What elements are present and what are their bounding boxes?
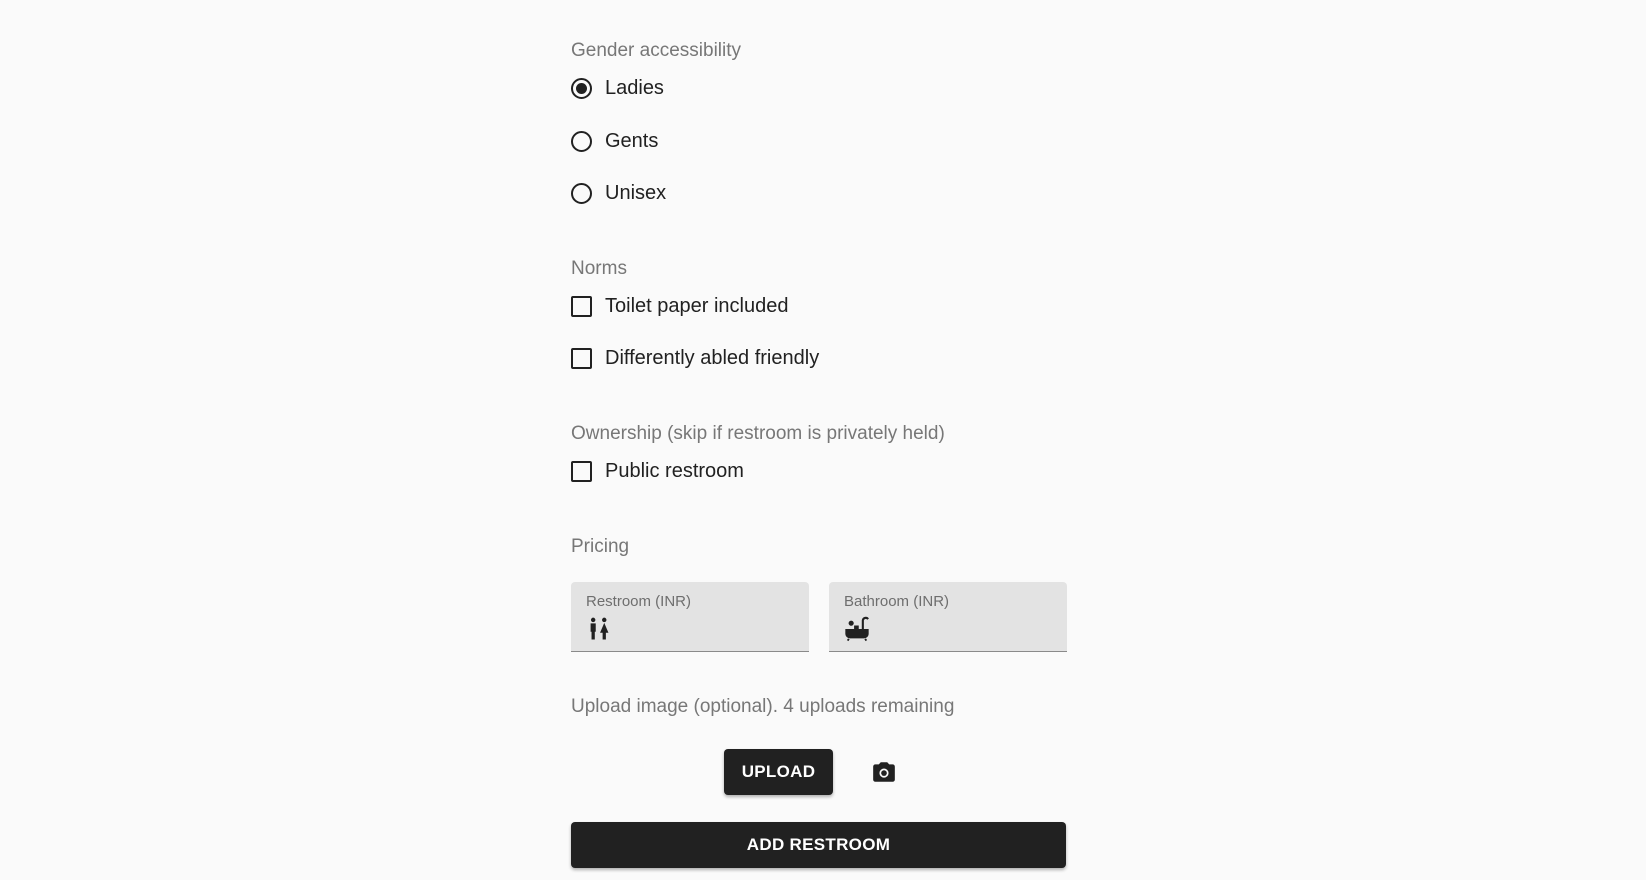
checkbox-differently-abled-label: Differently abled friendly [605, 346, 820, 369]
upload-button[interactable]: UPLOAD [724, 749, 833, 795]
bathroom-price-label: Bathroom (INR) [844, 593, 950, 610]
checkbox-public-restroom-label: Public restroom [605, 459, 744, 482]
radio-unisex-label: Unisex [605, 181, 667, 204]
bathtub-icon [845, 616, 869, 642]
restroom-price-field[interactable]: Restroom (INR) [571, 582, 809, 652]
radio-unisex[interactable]: Unisex [571, 178, 666, 208]
radio-gents[interactable]: Gents [571, 126, 658, 156]
wc-icon [590, 617, 609, 640]
camera-icon [873, 762, 895, 782]
checkbox-unchecked-icon[interactable] [571, 460, 592, 482]
ownership-label: Ownership (skip if restroom is privately… [571, 423, 945, 444]
norms-label: Norms [571, 258, 627, 279]
upload-image-label: Upload image (optional). 4 uploads remai… [571, 696, 955, 717]
checkbox-toilet-paper[interactable]: Toilet paper included [571, 291, 788, 321]
radio-gents-label: Gents [605, 129, 659, 152]
radio-button-unchecked-icon[interactable] [571, 130, 592, 152]
radio-ladies[interactable]: Ladies [571, 73, 664, 103]
checkbox-differently-abled[interactable]: Differently abled friendly [571, 343, 819, 373]
restroom-price-label: Restroom (INR) [586, 593, 692, 610]
checkbox-unchecked-icon[interactable] [571, 295, 592, 317]
add-restroom-button[interactable]: ADD RESTROOM [571, 822, 1066, 868]
radio-button-checked-icon[interactable] [571, 77, 592, 99]
bathroom-price-field[interactable]: Bathroom (INR) [829, 582, 1067, 652]
checkbox-public-restroom[interactable]: Public restroom [571, 456, 744, 486]
checkbox-unchecked-icon[interactable] [571, 347, 592, 369]
radio-button-unchecked-icon[interactable] [571, 182, 592, 204]
pricing-label: Pricing [571, 536, 630, 557]
gender-accessibility-label: Gender accessibility [571, 40, 742, 61]
radio-ladies-label: Ladies [605, 76, 664, 99]
camera-button[interactable] [866, 754, 902, 790]
checkbox-toilet-paper-label: Toilet paper included [605, 294, 789, 317]
